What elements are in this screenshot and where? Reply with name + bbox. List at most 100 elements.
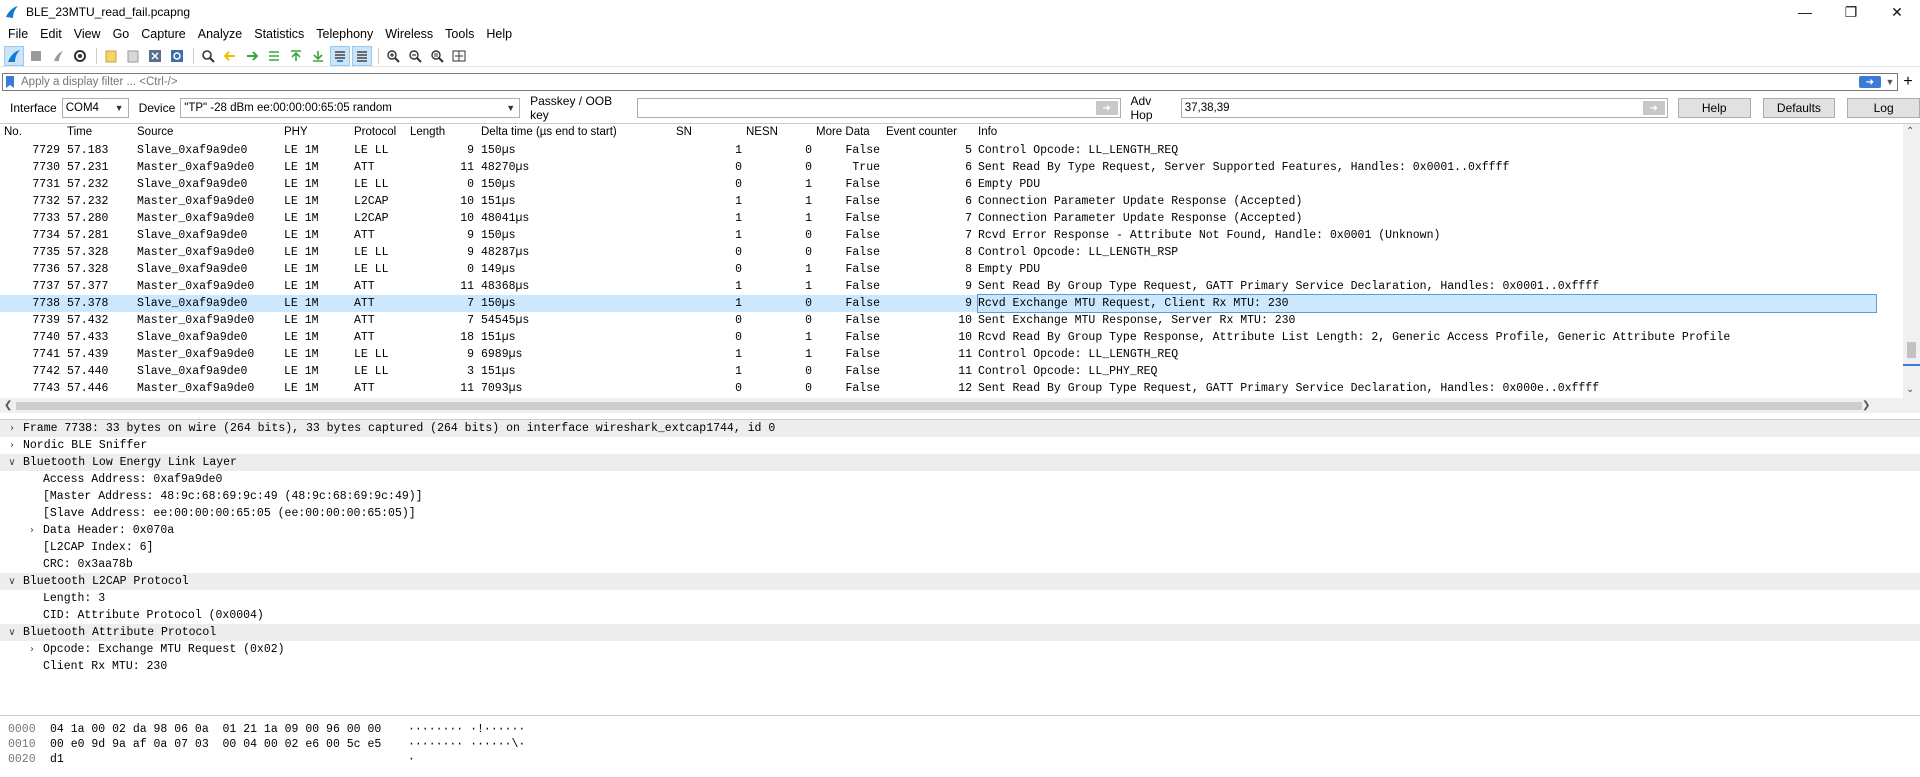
detail-row[interactable]: Length: 3 bbox=[0, 590, 1920, 607]
start-capture-icon[interactable] bbox=[4, 45, 24, 66]
col-protocol[interactable]: Protocol bbox=[354, 126, 396, 138]
table-row[interactable]: 7737 57.377 Master_0xaf9a9de0 LE 1M ATT 11 483… bbox=[0, 278, 1876, 295]
filter-dropdown-icon[interactable]: ▼ bbox=[1883, 74, 1897, 90]
chevron-down-icon[interactable]: ∨ bbox=[6, 573, 18, 590]
detail-row[interactable]: CRC: 0x3aa78b bbox=[0, 556, 1920, 573]
save-file-icon[interactable] bbox=[123, 46, 143, 66]
byte-hex[interactable]: 00 e0 9d 9a af 0a 07 03 00 04 00 02 e6 0… bbox=[50, 737, 381, 752]
stop-capture-icon[interactable] bbox=[26, 46, 46, 66]
apply-filter-arrow-icon[interactable]: ➜ bbox=[1859, 76, 1881, 88]
capture-options-icon[interactable] bbox=[70, 46, 90, 66]
reload-file-icon[interactable] bbox=[167, 46, 187, 66]
detail-row[interactable]: › Data Header: 0x070a bbox=[0, 522, 1920, 539]
chevron-right-icon[interactable]: › bbox=[6, 420, 18, 437]
col-sn[interactable]: SN bbox=[676, 126, 692, 138]
zoom-out-icon[interactable] bbox=[405, 46, 425, 66]
chevron-down-icon[interactable]: ∨ bbox=[6, 624, 18, 641]
col-delta[interactable]: Delta time (µs end to start) bbox=[481, 126, 617, 138]
go-first-icon[interactable] bbox=[286, 46, 306, 66]
add-filter-button-icon[interactable]: + bbox=[1898, 73, 1918, 91]
minimize-icon[interactable]: — bbox=[1782, 0, 1828, 24]
col-no[interactable]: No. bbox=[4, 126, 22, 138]
col-length[interactable]: Length bbox=[410, 126, 445, 138]
byte-ascii[interactable]: ········ ·!······ bbox=[408, 722, 525, 737]
passkey-input[interactable]: ➜ bbox=[637, 98, 1121, 118]
detail-row[interactable]: [Master Address: 48:9c:68:69:9c:49 (48:9… bbox=[0, 488, 1920, 505]
defaults-button[interactable]: Defaults bbox=[1762, 98, 1836, 118]
col-more-data[interactable]: More Data bbox=[816, 126, 870, 138]
table-row[interactable]: 7734 57.281 Slave_0xaf9a9de0 LE 1M ATT 9 150µs… bbox=[0, 227, 1876, 244]
resize-columns-icon[interactable] bbox=[449, 46, 469, 66]
table-row[interactable]: 7742 57.440 Slave_0xaf9a9de0 LE 1M LE LL 3 151… bbox=[0, 363, 1876, 380]
scroll-right-icon[interactable]: ❯ bbox=[1862, 400, 1870, 411]
go-forward-icon[interactable] bbox=[242, 46, 262, 66]
table-row[interactable]: 7730 57.231 Master_0xaf9a9de0 LE 1M ATT 11 482… bbox=[0, 159, 1876, 176]
chevron-down-icon[interactable]: ∨ bbox=[6, 454, 18, 471]
table-row[interactable]: 7736 57.328 Slave_0xaf9a9de0 LE 1M LE LL 0 149… bbox=[0, 261, 1876, 278]
scroll-up-icon[interactable]: ⌃ bbox=[1906, 126, 1914, 137]
bookmark-icon[interactable] bbox=[3, 74, 17, 90]
packet-list-vscroll[interactable]: ⌃ ⌄ bbox=[1903, 124, 1920, 413]
menu-capture[interactable]: Capture bbox=[135, 24, 191, 44]
apply-arrow-icon[interactable]: ➜ bbox=[1642, 101, 1665, 115]
chevron-right-icon[interactable]: › bbox=[26, 641, 38, 658]
apply-arrow-icon[interactable]: ➜ bbox=[1095, 101, 1118, 115]
detail-row[interactable]: › Frame 7738: 33 bytes on wire (264 bits)… bbox=[0, 420, 1920, 437]
vscroll-thumb[interactable] bbox=[1907, 342, 1916, 358]
menu-file[interactable]: File bbox=[2, 24, 34, 44]
chevron-right-icon[interactable]: › bbox=[6, 437, 18, 454]
col-nesn[interactable]: NESN bbox=[746, 126, 778, 138]
packet-list-hscroll[interactable]: ❮ ❯ bbox=[0, 398, 1903, 413]
detail-row[interactable]: ∨ Bluetooth L2CAP Protocol bbox=[0, 573, 1920, 590]
detail-row[interactable]: CID: Attribute Protocol (0x0004) bbox=[0, 607, 1920, 624]
byte-hex[interactable]: d1 bbox=[50, 752, 64, 767]
close-icon[interactable]: ✕ bbox=[1874, 0, 1920, 24]
detail-row[interactable]: [L2CAP Index: 6] bbox=[0, 539, 1920, 556]
detail-row[interactable]: Client Rx MTU: 230 bbox=[0, 658, 1920, 675]
table-row[interactable]: 7741 57.439 Master_0xaf9a9de0 LE 1M LE LL 9 69… bbox=[0, 346, 1876, 363]
advhop-input[interactable]: 37,38,39 ➜ bbox=[1180, 98, 1668, 118]
detail-row[interactable]: ∨ Bluetooth Low Energy Link Layer bbox=[0, 454, 1920, 471]
table-row[interactable]: 7729 57.183 Slave_0xaf9a9de0 LE 1M LE LL 9 150… bbox=[0, 142, 1876, 159]
interface-select[interactable]: COM4 ▼ bbox=[61, 98, 129, 118]
table-row[interactable]: 7733 57.280 Master_0xaf9a9de0 LE 1M L2CAP 10 4… bbox=[0, 210, 1876, 227]
go-back-icon[interactable] bbox=[220, 46, 240, 66]
col-source[interactable]: Source bbox=[137, 126, 173, 138]
restart-capture-icon[interactable] bbox=[48, 46, 68, 66]
col-time[interactable]: Time bbox=[67, 126, 92, 138]
menu-statistics[interactable]: Statistics bbox=[248, 24, 310, 44]
table-row[interactable]: 7732 57.232 Master_0xaf9a9de0 LE 1M L2CAP 10 1… bbox=[0, 193, 1876, 210]
go-last-icon[interactable] bbox=[308, 46, 328, 66]
col-info[interactable]: Info bbox=[978, 126, 997, 138]
col-event-counter[interactable]: Event counter bbox=[886, 126, 957, 138]
byte-hex[interactable]: 04 1a 00 02 da 98 06 0a 01 21 1a 09 00 9… bbox=[50, 722, 381, 737]
auto-scroll-icon[interactable] bbox=[330, 45, 350, 66]
menu-analyze[interactable]: Analyze bbox=[192, 24, 248, 44]
scroll-left-icon[interactable]: ❮ bbox=[4, 400, 12, 411]
table-row[interactable]: 7740 57.433 Slave_0xaf9a9de0 LE 1M ATT 18 151µ… bbox=[0, 329, 1876, 346]
table-row[interactable]: 7739 57.432 Master_0xaf9a9de0 LE 1M ATT 7 5454… bbox=[0, 312, 1876, 329]
log-button[interactable]: Log bbox=[1847, 98, 1920, 118]
table-row[interactable]: 7743 57.446 Master_0xaf9a9de0 LE 1M ATT 11 709… bbox=[0, 380, 1876, 397]
detail-row[interactable]: Access Address: 0xaf9a9de0 bbox=[0, 471, 1920, 488]
detail-row[interactable]: › Opcode: Exchange MTU Request (0x02) bbox=[0, 641, 1920, 658]
restore-icon[interactable]: ❐ bbox=[1828, 0, 1874, 24]
open-file-icon[interactable] bbox=[101, 46, 121, 66]
byte-ascii[interactable]: ········ ······\· bbox=[408, 737, 525, 752]
table-row[interactable]: 7735 57.328 Master_0xaf9a9de0 LE 1M LE LL 9 48… bbox=[0, 244, 1876, 261]
table-row[interactable]: 7731 57.232 Slave_0xaf9a9de0 LE 1M LE LL 0 150… bbox=[0, 176, 1876, 193]
menu-wireless[interactable]: Wireless bbox=[379, 24, 439, 44]
zoom-in-icon[interactable] bbox=[383, 46, 403, 66]
go-to-packet-icon[interactable] bbox=[264, 46, 284, 66]
chevron-right-icon[interactable]: › bbox=[26, 522, 38, 539]
menu-tools[interactable]: Tools bbox=[439, 24, 480, 44]
table-row[interactable]: 7738 57.378 Slave_0xaf9a9de0 LE 1M ATT 7 150µs… bbox=[0, 294, 1877, 313]
help-button[interactable]: Help bbox=[1677, 98, 1751, 118]
close-file-icon[interactable] bbox=[145, 46, 165, 66]
device-select[interactable]: "TP" -28 dBm ee:00:00:00:65:05 random ▼ bbox=[180, 98, 521, 118]
col-phy[interactable]: PHY bbox=[284, 126, 308, 138]
scroll-down-icon[interactable]: ⌄ bbox=[1906, 384, 1914, 395]
detail-row[interactable]: › Nordic BLE Sniffer bbox=[0, 437, 1920, 454]
detail-row[interactable]: ∨ Bluetooth Attribute Protocol bbox=[0, 624, 1920, 641]
colorize-icon[interactable] bbox=[352, 45, 372, 66]
